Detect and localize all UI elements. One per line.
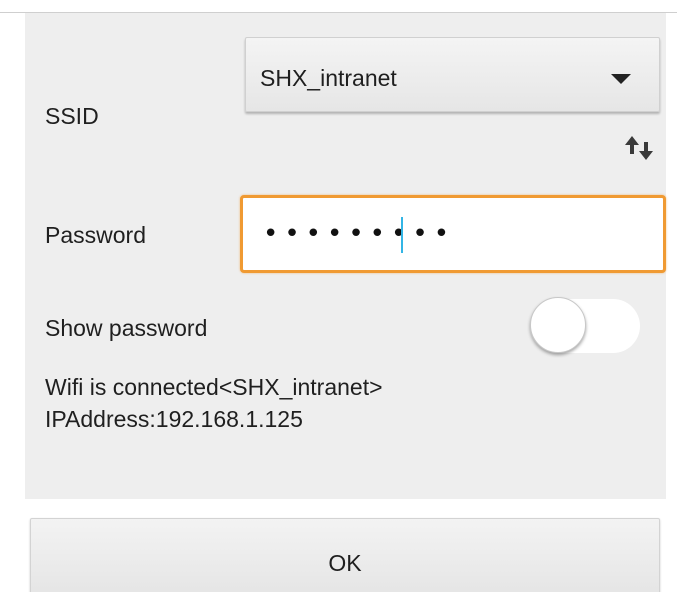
caret-down-icon <box>611 74 631 84</box>
connection-status: Wifi is connected<SHX_intranet> <box>45 374 383 400</box>
toggle-thumb <box>530 297 586 353</box>
ok-button[interactable]: OK <box>30 518 660 592</box>
password-input[interactable]: ••••••••• <box>240 195 666 273</box>
ssid-dropdown[interactable]: SHX_intranet <box>245 37 660 112</box>
show-password-label: Show password <box>45 315 208 341</box>
ip-address: IPAddress:192.168.1.125 <box>45 406 303 432</box>
ssid-label: SSID <box>45 103 99 129</box>
text-cursor <box>401 217 403 253</box>
ssid-selected-value: SHX_intranet <box>260 65 397 91</box>
password-masked-value: ••••••••• <box>263 219 456 249</box>
password-label: Password <box>45 222 146 248</box>
show-password-toggle[interactable] <box>530 296 640 356</box>
wifi-settings-screen: SSID SHX_intranet Password ••••••••• Sho… <box>0 0 677 592</box>
refresh-arrows-icon[interactable] <box>620 134 656 162</box>
ok-button-label: OK <box>328 550 362 576</box>
